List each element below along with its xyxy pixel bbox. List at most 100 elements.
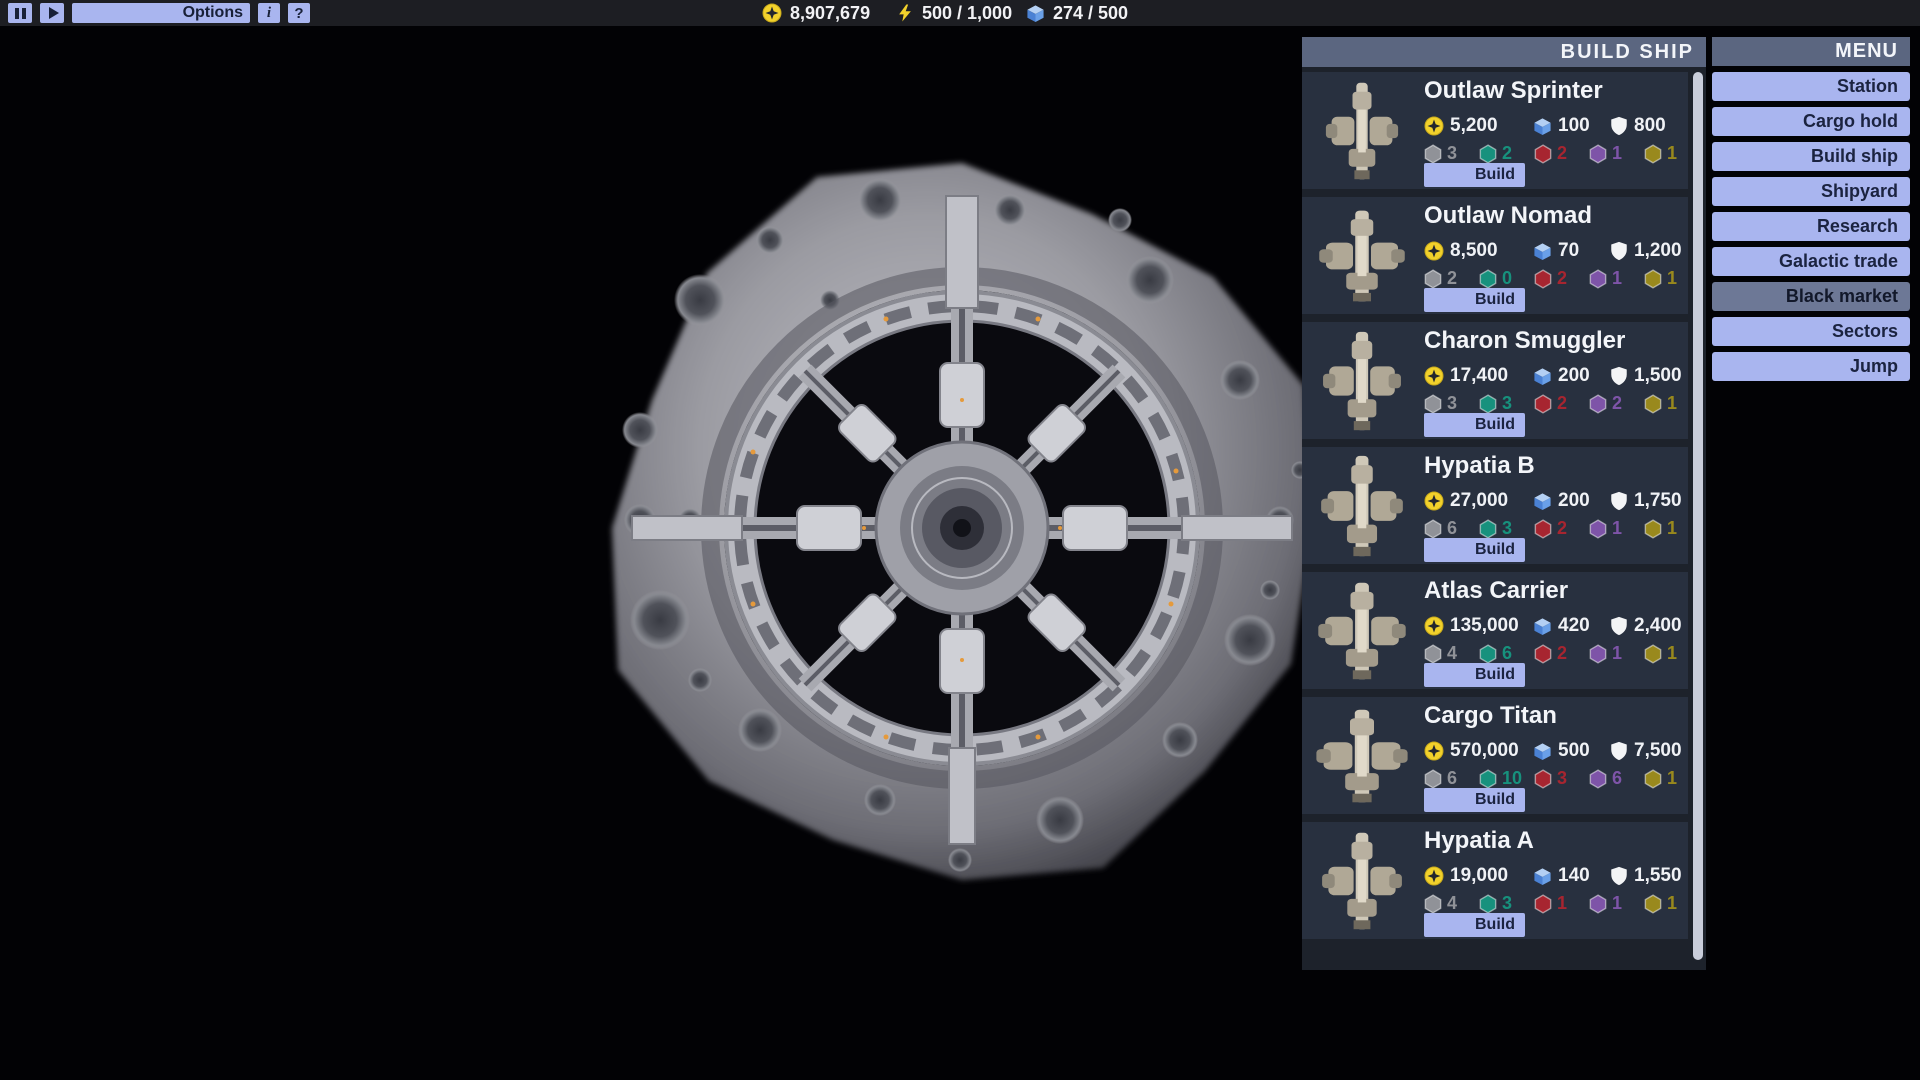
build-button[interactable]: Build — [1424, 788, 1525, 812]
ship-name: Cargo Titan — [1424, 702, 1557, 730]
ship-image — [1312, 702, 1412, 809]
hex-gray-icon: 4 — [1424, 643, 1479, 664]
ship-cost-credits: 19,000 — [1424, 865, 1508, 887]
ship-art-icon — [1316, 581, 1408, 681]
hex-gray-icon: 3 — [1424, 393, 1479, 414]
hex-purple-icon: 1 — [1589, 518, 1644, 539]
hex-red-icon: 3 — [1534, 768, 1589, 789]
build-panel-scrollbar[interactable] — [1693, 72, 1703, 960]
hex-green-icon: 0 — [1479, 268, 1534, 289]
pause-button[interactable] — [8, 3, 32, 23]
build-button[interactable]: Build — [1424, 163, 1525, 187]
shield-icon — [1610, 116, 1628, 136]
info-button[interactable]: i — [258, 3, 280, 23]
energy-counter: 500 / 1,000 — [896, 0, 1012, 26]
cube-icon — [1533, 117, 1552, 136]
hex-yellow-icon: 1 — [1644, 268, 1699, 289]
build-button[interactable]: Build — [1424, 413, 1525, 437]
ship-shield: 1,200 — [1610, 240, 1682, 262]
build-ship-header: BUILD SHIP — [1302, 37, 1706, 67]
ship-name: Outlaw Sprinter — [1424, 77, 1603, 105]
credits-value: 8,907,679 — [790, 3, 870, 24]
hex-yellow-icon: 1 — [1644, 393, 1699, 414]
hex-purple-icon: 2 — [1589, 393, 1644, 414]
ship-image — [1312, 827, 1412, 934]
cube-icon — [1533, 617, 1552, 636]
hex-green-icon: 3 — [1479, 893, 1534, 914]
coin-icon — [1424, 616, 1444, 636]
menu-item-research[interactable]: Research — [1712, 212, 1910, 241]
hex-green-icon: 2 — [1479, 143, 1534, 164]
ship-entry-outlaw-sprinter: Outlaw Sprinter 5,200 100 800 3 2 2 1 1 … — [1302, 72, 1688, 189]
ship-materials: 2 0 2 1 1 — [1424, 268, 1699, 289]
energy-value: 500 / 1,000 — [922, 3, 1012, 24]
ship-name: Outlaw Nomad — [1424, 202, 1592, 230]
hex-gray-icon: 6 — [1424, 768, 1479, 789]
ship-art-icon — [1324, 81, 1400, 181]
hex-yellow-icon: 1 — [1644, 518, 1699, 539]
menu-item-sectors[interactable]: Sectors — [1712, 317, 1910, 346]
play-button[interactable] — [40, 3, 64, 23]
options-button[interactable]: Options — [72, 3, 250, 23]
ship-shield: 1,500 — [1610, 365, 1682, 387]
ship-name: Hypatia A — [1424, 827, 1534, 855]
ship-image — [1312, 202, 1412, 309]
ship-cost-cargo: 420 — [1533, 615, 1590, 637]
ship-entry-hypatia-b: Hypatia B 27,000 200 1,750 6 3 2 1 1 Bui… — [1302, 447, 1688, 564]
hex-gray-icon: 3 — [1424, 143, 1479, 164]
build-button[interactable]: Build — [1424, 288, 1525, 312]
ship-art-icon — [1314, 708, 1410, 804]
hex-yellow-icon: 1 — [1644, 643, 1699, 664]
hex-red-icon: 2 — [1534, 268, 1589, 289]
menu-item-shipyard[interactable]: Shipyard — [1712, 177, 1910, 206]
hex-yellow-icon: 1 — [1644, 768, 1699, 789]
hex-yellow-icon: 1 — [1644, 143, 1699, 164]
menu-item-build-ship[interactable]: Build ship — [1712, 142, 1910, 171]
ship-entry-outlaw-nomad: Outlaw Nomad 8,500 70 1,200 2 0 2 1 1 Bu… — [1302, 197, 1688, 314]
ship-shield: 1,750 — [1610, 490, 1682, 512]
ship-name: Hypatia B — [1424, 452, 1535, 480]
menu-item-galactic-trade[interactable]: Galactic trade — [1712, 247, 1910, 276]
menu-item-jump[interactable]: Jump — [1712, 352, 1910, 381]
ship-entry-cargo-titan: Cargo Titan 570,000 500 7,500 6 10 3 6 1… — [1302, 697, 1688, 814]
cube-icon — [1533, 867, 1552, 886]
ship-cost-cargo: 70 — [1533, 240, 1579, 262]
ship-cost-credits: 5,200 — [1424, 115, 1498, 137]
ship-cost-credits: 27,000 — [1424, 490, 1508, 512]
coin-icon — [1424, 366, 1444, 386]
build-button[interactable]: Build — [1424, 913, 1525, 937]
ship-shield: 800 — [1610, 115, 1666, 137]
ship-cost-cargo: 200 — [1533, 490, 1590, 512]
hex-gray-icon: 4 — [1424, 893, 1479, 914]
ship-cost-credits: 570,000 — [1424, 740, 1519, 762]
menu-header: MENU — [1712, 37, 1910, 66]
hex-purple-icon: 1 — [1589, 268, 1644, 289]
hex-green-icon: 3 — [1479, 518, 1534, 539]
menu-item-cargo-hold[interactable]: Cargo hold — [1712, 107, 1910, 136]
hex-red-icon: 2 — [1534, 143, 1589, 164]
coin-icon — [1424, 241, 1444, 261]
build-button[interactable]: Build — [1424, 663, 1525, 687]
ship-name: Charon Smuggler — [1424, 327, 1625, 355]
ship-cost-cargo: 200 — [1533, 365, 1590, 387]
menu-item-black-market[interactable]: Black market — [1712, 282, 1910, 311]
ship-materials: 6 10 3 6 1 — [1424, 768, 1699, 789]
ship-cost-cargo: 500 — [1533, 740, 1590, 762]
ship-art-icon — [1319, 454, 1405, 558]
hex-yellow-icon: 1 — [1644, 893, 1699, 914]
ship-cost-credits: 135,000 — [1424, 615, 1519, 637]
ship-cost-credits: 17,400 — [1424, 365, 1508, 387]
ship-materials: 4 3 1 1 1 — [1424, 893, 1699, 914]
ship-materials: 4 6 2 1 1 — [1424, 643, 1699, 664]
help-button[interactable]: ? — [288, 3, 310, 23]
cube-icon — [1533, 742, 1552, 761]
menu-item-station[interactable]: Station — [1712, 72, 1910, 101]
build-button[interactable]: Build — [1424, 538, 1525, 562]
shield-icon — [1610, 741, 1628, 761]
ship-image — [1312, 77, 1412, 184]
ship-entry-charon-smuggler: Charon Smuggler 17,400 200 1,500 3 3 2 2… — [1302, 322, 1688, 439]
hex-green-icon: 10 — [1479, 768, 1534, 789]
ship-shield: 7,500 — [1610, 740, 1682, 762]
hex-purple-icon: 1 — [1589, 893, 1644, 914]
shield-icon — [1610, 241, 1628, 261]
